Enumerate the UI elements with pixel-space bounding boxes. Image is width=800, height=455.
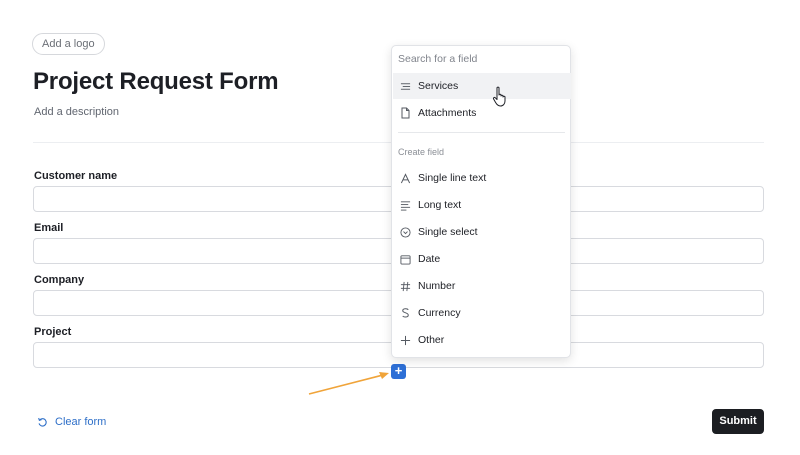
- dropdown-item-services[interactable]: Services: [393, 73, 571, 99]
- create-single-line-text[interactable]: Single line text: [393, 165, 571, 191]
- field-label-company: Company: [34, 274, 85, 286]
- dropdown-item-label: Single line text: [418, 172, 487, 184]
- field-search-input[interactable]: Search for a field: [398, 53, 477, 65]
- dropdown-item-attachments[interactable]: Attachments: [393, 100, 571, 126]
- create-single-select[interactable]: Single select: [393, 219, 571, 245]
- hand-cursor-icon: [492, 86, 506, 107]
- add-field-button[interactable]: +: [391, 364, 406, 379]
- plus-icon: [400, 335, 411, 345]
- file-icon: [401, 107, 410, 119]
- create-other[interactable]: Other: [393, 327, 571, 353]
- list-icon: [400, 82, 411, 90]
- calendar-icon: [400, 254, 411, 265]
- hash-icon: [400, 281, 411, 291]
- dropdown-divider: [398, 132, 565, 133]
- field-label-project: Project: [34, 326, 72, 338]
- create-number[interactable]: Number: [393, 273, 571, 299]
- field-label-email: Email: [34, 222, 64, 234]
- dropdown-item-label: Long text: [418, 199, 462, 211]
- dropdown-item-label: Services: [418, 80, 459, 92]
- create-field-heading: Create field: [398, 147, 445, 157]
- dropdown-item-label: Single select: [418, 226, 478, 238]
- chevron-circle-icon: [400, 226, 411, 238]
- form-description[interactable]: Add a description: [34, 106, 119, 118]
- dropdown-item-label: Number: [418, 280, 456, 292]
- field-label-customer-name: Customer name: [34, 170, 118, 182]
- dropdown-item-label: Attachments: [418, 107, 477, 119]
- form-title[interactable]: Project Request Form: [33, 68, 279, 96]
- long-text-icon: [400, 200, 411, 211]
- add-logo-button[interactable]: Add a logo: [32, 33, 105, 55]
- undo-icon: [38, 417, 47, 427]
- dropdown-item-label: Other: [418, 334, 445, 346]
- add-field-dropdown: Search for a field Services Attachments …: [391, 45, 571, 358]
- submit-button[interactable]: Submit: [712, 409, 764, 434]
- dropdown-item-label: Date: [418, 253, 441, 265]
- annotation-arrow: [308, 372, 389, 395]
- create-date[interactable]: Date: [393, 246, 571, 272]
- clear-form-label: Clear form: [55, 416, 107, 428]
- dropdown-item-label: Currency: [418, 307, 461, 319]
- clear-form-button[interactable]: Clear form: [37, 413, 106, 431]
- text-a-icon: [400, 172, 411, 183]
- create-currency[interactable]: Currency: [393, 300, 571, 326]
- create-long-text[interactable]: Long text: [393, 192, 571, 218]
- dollar-icon: [402, 308, 409, 318]
